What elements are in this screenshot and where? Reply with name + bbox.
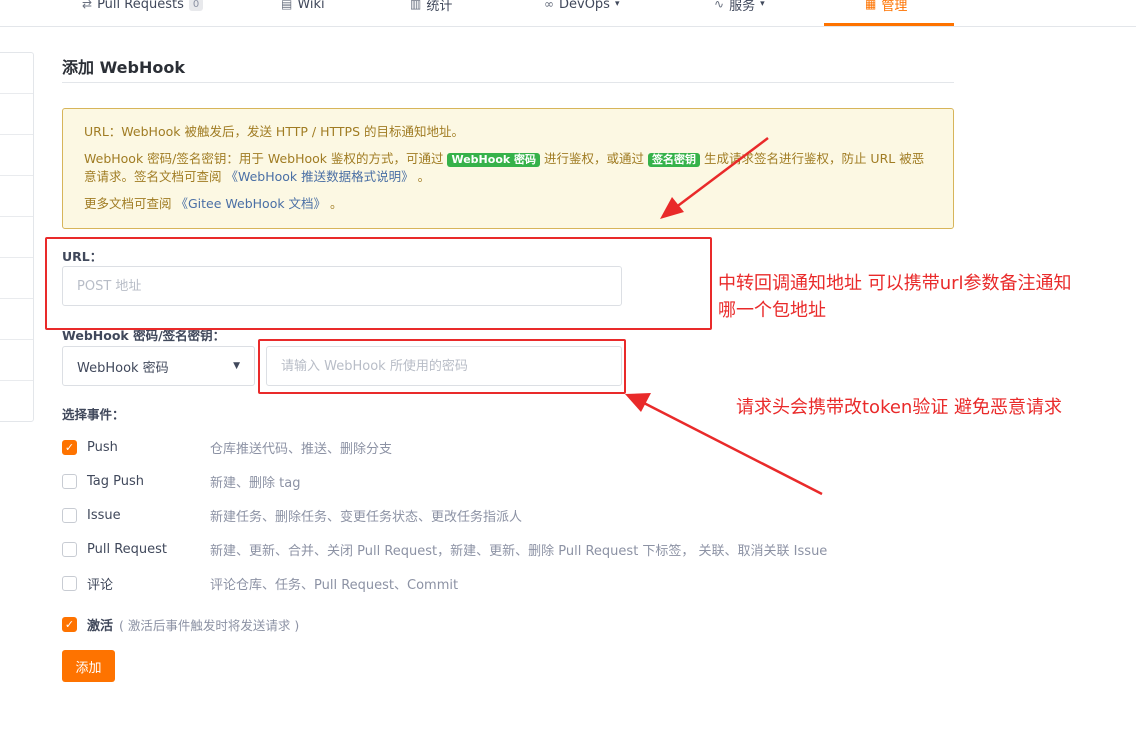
stats-icon: ▥ xyxy=(410,0,422,11)
annotation-text: 哪一个包地址 xyxy=(718,300,826,321)
active-label: 激活 xyxy=(87,618,114,634)
nav-tab-label: 服务 xyxy=(729,0,756,14)
annotation-token-note: 请求头会携带改token验证 避免恶意请求 xyxy=(736,397,1063,418)
event-desc: 评论仓库、任务、Pull Request、Commit xyxy=(210,577,459,593)
event-pull-request-checkbox[interactable] xyxy=(62,541,77,557)
notice-secret-line: WebHook 密码/签名密钥：用于 WebHook 鉴权的方式，可通过 Web… xyxy=(84,150,933,186)
annotation-box-url xyxy=(45,237,712,330)
chevron-down-icon: ▾ xyxy=(760,0,765,9)
sidebar-item[interactable] xyxy=(0,217,33,258)
notice-text: 进行鉴权，或通过 xyxy=(540,151,648,166)
event-name: Pull Request xyxy=(87,541,168,557)
annotation-text: 中转回调通知地址 可以携带url参数备注通知 xyxy=(718,273,1072,294)
event-desc: 新建任务、删除任务、变更任务状态、更改任务指派人 xyxy=(210,509,523,525)
sidebar-item[interactable] xyxy=(0,176,33,217)
notice-text: 。 xyxy=(326,196,343,211)
annotation-url-note: 中转回调通知地址 可以携带url参数备注通知 哪一个包地址 xyxy=(718,270,1072,324)
nav-tab-label: Wiki xyxy=(297,0,325,12)
secret-type-select[interactable]: WebHook 密码 ▼ xyxy=(62,346,255,386)
pull-request-count-badge: 0 xyxy=(188,0,204,11)
password-tag: WebHook 密码 xyxy=(447,153,541,167)
settings-sidebar xyxy=(0,52,34,422)
event-desc: 新建、更新、合并、关闭 Pull Request，新建、更新、删除 Pull R… xyxy=(210,543,828,559)
event-comment-checkbox[interactable] xyxy=(62,575,77,591)
notice-url-line: URL：WebHook 被触发后，发送 HTTP / HTTPS 的目标通知地址… xyxy=(84,124,464,139)
event-comment: 评论 评论仓库、任务、Pull Request、Commit xyxy=(62,574,458,593)
manage-icon: ▦ xyxy=(865,0,877,11)
sign-key-tag: 签名密钥 xyxy=(647,153,700,167)
nav-tab-label: Pull Requests xyxy=(97,0,184,12)
event-name: Issue xyxy=(87,507,121,523)
active-checkbox[interactable]: ✓ xyxy=(62,616,77,632)
secret-type-value: WebHook 密码 xyxy=(77,360,169,376)
nav-tab-label: DevOps xyxy=(559,0,610,12)
event-pull-request: Pull Request 新建、更新、合并、关闭 Pull Request，新建… xyxy=(62,540,827,559)
event-desc: 新建、删除 tag xyxy=(210,475,301,491)
event-tag-push-checkbox[interactable] xyxy=(62,473,77,489)
notice-text: WebHook 密码/签名密钥：用于 WebHook 鉴权的方式，可通过 xyxy=(84,151,448,166)
wiki-icon: ▤ xyxy=(281,0,293,11)
nav-tab-stats[interactable]: ▥ 统计 xyxy=(410,0,452,14)
page-title: 添加 WebHook xyxy=(62,58,185,77)
chevron-down-icon: ▾ xyxy=(614,0,620,9)
nav-tab-manage[interactable]: ▦ 管理 xyxy=(865,0,907,14)
event-name: Push xyxy=(87,439,118,455)
sidebar-item[interactable] xyxy=(0,258,33,299)
webhook-help-notice: URL：WebHook 被触发后，发送 HTTP / HTTPS 的目标通知地址… xyxy=(62,108,954,229)
nav-tab-service[interactable]: ∿ 服务 ▾ xyxy=(714,0,765,14)
sidebar-item[interactable] xyxy=(0,94,33,135)
service-icon: ∿ xyxy=(714,0,725,11)
format-doc-link[interactable]: 《WebHook 推送数据格式说明》 xyxy=(225,169,413,184)
event-push-checkbox[interactable]: ✓ xyxy=(62,439,77,455)
repo-top-nav: ⇄ Pull Requests 0 ▤ Wiki ▥ 统计 ∞ DevOps ▾… xyxy=(0,0,1136,27)
event-issue: Issue 新建任务、删除任务、变更任务状态、更改任务指派人 xyxy=(62,506,522,525)
annotation-box-secret xyxy=(258,339,626,394)
notice-text: 。 xyxy=(413,169,431,184)
active-hint: ( 激活后事件触发时将发送请求 ) xyxy=(119,617,300,633)
nav-tab-label: 管理 xyxy=(881,0,908,14)
notice-text: 更多文档可查阅 xyxy=(84,196,176,211)
devops-icon: ∞ xyxy=(544,0,554,11)
sidebar-item[interactable] xyxy=(0,381,33,422)
event-push: ✓ Push 仓库推送代码、推送、删除分支 xyxy=(62,438,392,457)
notice-docs-line: 更多文档可查阅 《Gitee WebHook 文档》 。 xyxy=(84,195,933,213)
active-toggle-row: ✓ 激活 ( 激活后事件触发时将发送请求 ) xyxy=(62,615,300,634)
active-tab-indicator xyxy=(824,23,954,26)
event-name: Tag Push xyxy=(87,473,145,489)
nav-tab-label: 统计 xyxy=(426,0,453,14)
title-divider xyxy=(62,82,954,83)
event-desc: 仓库推送代码、推送、删除分支 xyxy=(210,441,393,457)
events-label: 选择事件： xyxy=(62,407,125,422)
chevron-down-icon: ▼ xyxy=(233,361,240,371)
sidebar-item[interactable] xyxy=(0,135,33,176)
event-name: 评论 xyxy=(87,577,114,593)
gitee-webhook-doc-link[interactable]: 《Gitee WebHook 文档》 xyxy=(175,196,326,211)
sidebar-item[interactable] xyxy=(0,53,33,94)
sidebar-item[interactable] xyxy=(0,340,33,381)
nav-tab-pull-requests[interactable]: ⇄ Pull Requests 0 xyxy=(82,0,204,14)
sidebar-item[interactable] xyxy=(0,299,33,340)
nav-tab-devops[interactable]: ∞ DevOps ▾ xyxy=(544,0,620,14)
add-webhook-button[interactable]: 添加 xyxy=(62,650,115,682)
event-issue-checkbox[interactable] xyxy=(62,507,77,523)
pull-request-icon: ⇄ xyxy=(82,0,93,11)
nav-tab-wiki[interactable]: ▤ Wiki xyxy=(281,0,325,14)
event-tag-push: Tag Push 新建、删除 tag xyxy=(62,472,300,491)
